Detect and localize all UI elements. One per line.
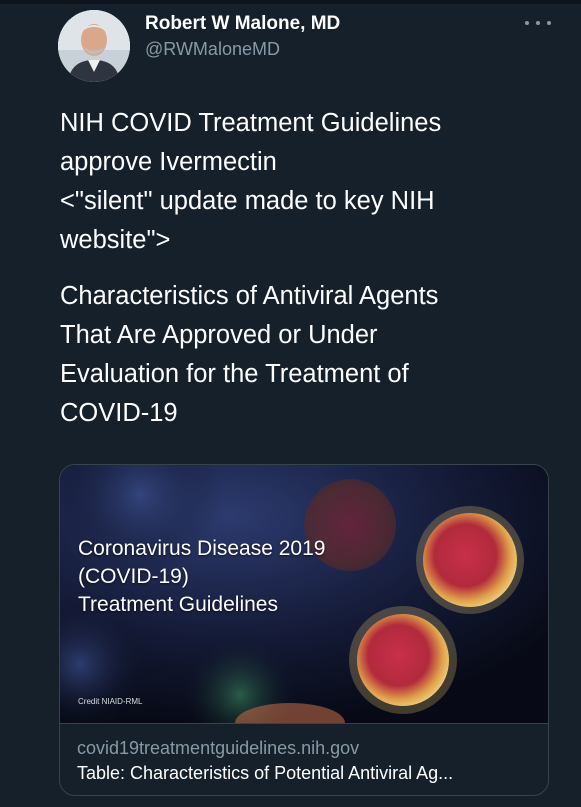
- dot: [536, 21, 540, 25]
- card-meta[interactable]: covid19treatmentguidelines.nih.gov Table…: [60, 723, 548, 795]
- author-handle[interactable]: @RWMaloneMD: [145, 39, 280, 60]
- dot: [525, 21, 529, 25]
- more-options-icon[interactable]: [525, 16, 551, 30]
- author-name[interactable]: Robert W Malone, MD: [145, 13, 340, 35]
- card-description: Table: Characteristics of Potential Anti…: [77, 763, 454, 783]
- card-image-title: Coronavirus Disease 2019 (COVID-19) Trea…: [78, 537, 326, 616]
- tweet-text-paragraph-2: Characteristics of Antiviral Agents That…: [60, 282, 439, 427]
- card-image-credit: Credit NIAID-RML: [78, 697, 143, 706]
- card-domain: covid19treatmentguidelines.nih.gov: [77, 738, 360, 758]
- tweet-text-paragraph-1: NIH COVID Treatment Guidelines approve I…: [60, 109, 442, 254]
- tweet[interactable]: Robert W Malone, MD @RWMaloneMD NIH COVI…: [0, 4, 581, 807]
- avatar[interactable]: [58, 10, 130, 82]
- dot: [547, 21, 551, 25]
- link-preview-card[interactable]: Coronavirus Disease 2019 (COVID-19) Trea…: [59, 464, 549, 796]
- card-image[interactable]: Coronavirus Disease 2019 (COVID-19) Trea…: [60, 465, 548, 723]
- avatar-photo: [58, 10, 130, 82]
